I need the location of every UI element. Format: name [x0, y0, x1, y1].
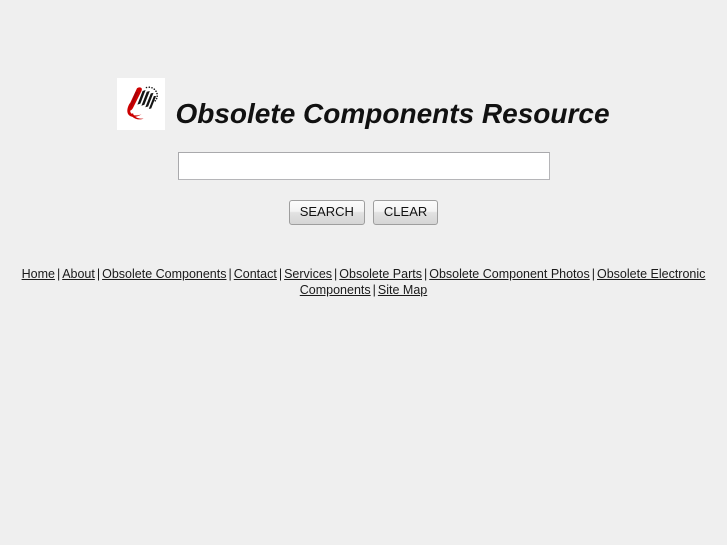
search-button-row: SEARCH CLEAR — [0, 200, 727, 225]
nav-link-home[interactable]: Home — [22, 267, 55, 281]
nav-link-obsolete-parts[interactable]: Obsolete Parts — [339, 267, 422, 281]
search-row — [0, 152, 727, 180]
nav-link-obsolete-component-photos[interactable]: Obsolete Component Photos — [429, 267, 590, 281]
page-root: Obsolete Components Resource SEARCH CLEA… — [0, 0, 727, 545]
page-title: Obsolete Components Resource — [175, 98, 610, 129]
nav-link-site-map[interactable]: Site Map — [378, 283, 427, 297]
nav-link-obsolete-components[interactable]: Obsolete Components — [102, 267, 226, 281]
nav-link-about[interactable]: About — [62, 267, 95, 281]
obsolete-components-logo-icon — [117, 78, 166, 130]
search-input[interactable] — [177, 152, 550, 180]
footer-nav: Home | About | Obsolete Components | Contact | S… — [0, 266, 727, 298]
nav-link-contact[interactable]: Contact — [234, 267, 277, 281]
search-button[interactable]: SEARCH — [288, 200, 365, 225]
nav-separator: | — [372, 283, 376, 297]
nav-separator: | — [228, 267, 232, 281]
nav-link-services[interactable]: Services — [284, 267, 332, 281]
nav-separator: | — [278, 267, 283, 281]
nav-separator: | — [591, 267, 595, 281]
site-header: Obsolete Components Resource — [0, 78, 727, 130]
clear-button[interactable]: CLEAR — [372, 200, 439, 225]
